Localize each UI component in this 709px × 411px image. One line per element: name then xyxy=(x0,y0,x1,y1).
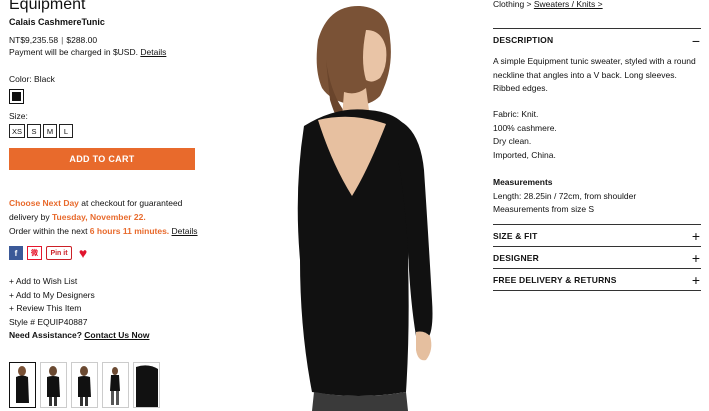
delivery-returns-header[interactable]: FREE DELIVERY & RETURNS xyxy=(493,275,617,285)
weibo-icon[interactable]: 微 xyxy=(27,246,42,260)
next-day-highlight: Choose Next Day xyxy=(9,198,79,208)
delivery-details-link[interactable]: Details xyxy=(172,226,198,236)
add-to-cart-button[interactable]: ADD TO CART xyxy=(9,148,195,170)
length-line: Length: 28.25in / 72cm, from shoulder xyxy=(493,190,637,201)
size-reference-line: Measurements from size S xyxy=(493,204,595,214)
assistance-label: Need Assistance? xyxy=(9,330,82,340)
material-line: 100% cashmere. xyxy=(493,122,557,133)
payment-details-link[interactable]: Details xyxy=(140,47,166,57)
color-label: Color: Black xyxy=(9,74,55,84)
divider xyxy=(493,290,701,291)
product-main-image[interactable] xyxy=(248,0,478,411)
size-option-l[interactable]: L xyxy=(59,124,73,138)
divider xyxy=(493,246,701,247)
action-links: + Add to Wish List + Add to My Designers… xyxy=(9,275,149,343)
assistance-row: Need Assistance? Contact Us Now xyxy=(9,329,149,343)
origin-line: Imported, China. xyxy=(493,149,556,160)
brand-name[interactable]: Equipment xyxy=(9,0,86,14)
add-to-my-designers-link[interactable]: + Add to My Designers xyxy=(9,289,149,303)
pinterest-icon[interactable]: Pin it xyxy=(46,246,72,260)
thumbnail-strip xyxy=(9,362,160,408)
thumbnail-3[interactable] xyxy=(71,362,98,408)
product-title: Calais CashmereTunic xyxy=(9,17,105,27)
fabric-line: Fabric: Knit. xyxy=(493,109,539,119)
delivery-line2-prefix: delivery by xyxy=(9,212,52,222)
delivery-line3-prefix: Order within the next xyxy=(9,226,90,236)
size-option-m[interactable]: M xyxy=(43,124,57,138)
description-header[interactable]: DESCRIPTION xyxy=(493,35,553,45)
expand-icon[interactable]: + xyxy=(692,251,700,265)
thumbnail-2[interactable] xyxy=(40,362,67,408)
size-selector: XS S M L xyxy=(9,124,73,138)
delivery-date: Tuesday, November 22. xyxy=(52,212,146,222)
designer-title: DESIGNER xyxy=(493,253,539,263)
measurements-block: Measurements Length: 28.25in / 72cm, fro… xyxy=(493,176,636,217)
divider xyxy=(493,268,701,269)
size-label: Size: xyxy=(9,111,28,121)
delivery-info: Choose Next Day at checkout for guarante… xyxy=(9,196,209,238)
delivery-returns-title: FREE DELIVERY & RETURNS xyxy=(493,275,617,285)
delivery-line1: at checkout for guaranteed xyxy=(78,198,183,208)
description-text: A simple Equipment tunic sweater, styled… xyxy=(493,56,696,93)
price-separator: | xyxy=(61,35,64,45)
delivery-countdown: 6 hours 11 minutes. xyxy=(89,226,170,236)
expand-icon[interactable]: + xyxy=(692,229,700,243)
style-number: Style # EQUIP40887 xyxy=(9,316,88,327)
social-share: f 微 Pin it ♥ xyxy=(9,245,90,261)
size-fit-header[interactable]: SIZE & FIT xyxy=(493,231,538,241)
divider xyxy=(493,224,701,225)
designer-header[interactable]: DESIGNER xyxy=(493,253,539,263)
price-local: NT$9,235.58 xyxy=(9,35,59,45)
size-fit-title: SIZE & FIT xyxy=(493,231,538,241)
care-line: Dry clean. xyxy=(493,136,532,146)
description-title: DESCRIPTION xyxy=(493,35,554,45)
size-option-xs[interactable]: XS xyxy=(9,124,25,138)
payment-note-text: Payment will be charged in $USD. xyxy=(9,47,138,57)
contact-us-link[interactable]: Contact Us Now xyxy=(84,330,149,340)
measurements-heading: Measurements xyxy=(493,177,553,187)
add-to-wish-list-link[interactable]: + Add to Wish List xyxy=(9,275,149,289)
breadcrumb-clothing[interactable]: Clothing > xyxy=(493,0,534,9)
breadcrumb: Clothing > Sweaters / Knits > xyxy=(493,0,603,9)
thumbnail-5[interactable] xyxy=(133,362,160,408)
color-swatch-black[interactable] xyxy=(9,89,24,104)
size-option-s[interactable]: S xyxy=(27,124,41,138)
payment-note: Payment will be charged in $USD. Details xyxy=(9,47,166,57)
expand-icon[interactable]: + xyxy=(692,273,700,287)
divider xyxy=(493,28,701,29)
collapse-icon[interactable]: − xyxy=(692,34,700,48)
breadcrumb-sweaters-knits[interactable]: Sweaters / Knits > xyxy=(534,0,603,9)
heart-icon[interactable]: ♥ xyxy=(76,245,90,261)
fabric-details: Fabric: Knit. 100% cashmere. Dry clean. … xyxy=(493,108,557,162)
review-item-link[interactable]: + Review This Item xyxy=(9,302,149,316)
thumbnail-4[interactable] xyxy=(102,362,129,408)
price-usd: $288.00 xyxy=(66,35,98,45)
facebook-icon[interactable]: f xyxy=(9,246,23,260)
thumbnail-1[interactable] xyxy=(9,362,36,408)
price-row: NT$9,235.58 | $288.00 xyxy=(9,35,97,45)
